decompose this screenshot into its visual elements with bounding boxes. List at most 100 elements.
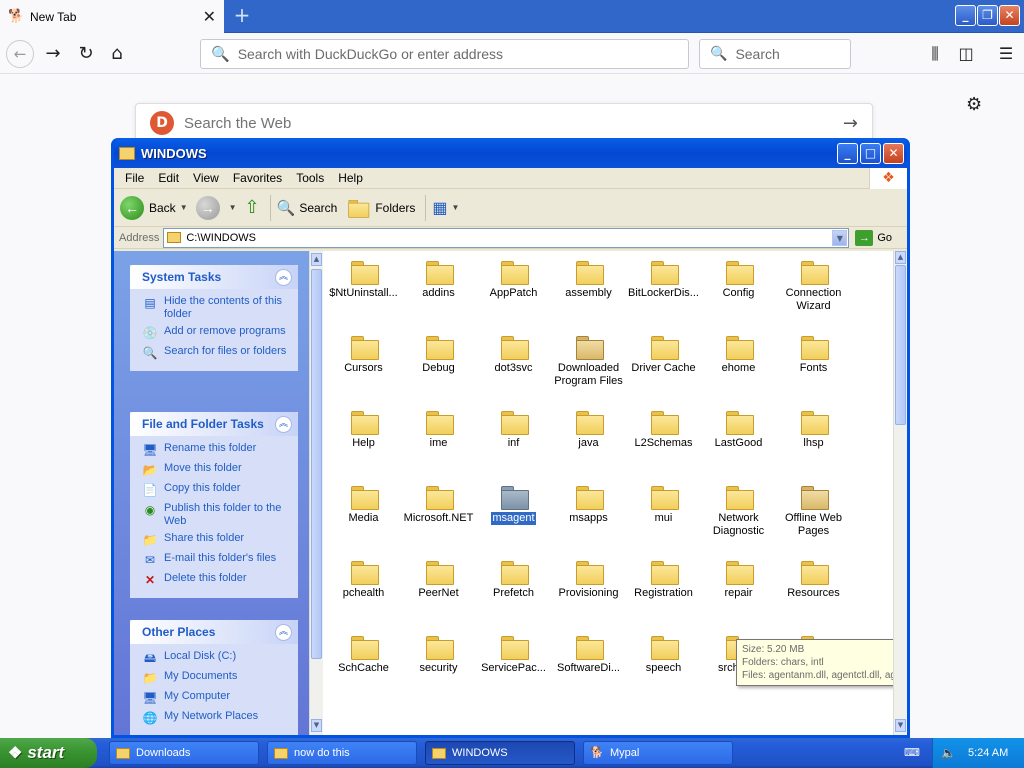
folder-item[interactable]: Config — [701, 257, 776, 332]
folder-item[interactable]: mui — [626, 482, 701, 557]
minimize-button[interactable]: _ — [837, 142, 858, 164]
menu-tools[interactable]: Tools — [289, 171, 331, 185]
clock[interactable]: 5:24 AM — [968, 747, 1008, 759]
folder-item[interactable]: msagent — [476, 482, 551, 557]
folder-item[interactable]: repair — [701, 557, 776, 632]
arrow-right-icon[interactable]: → — [843, 113, 858, 134]
search-bar[interactable]: 🔍 Search — [699, 39, 851, 69]
folder-item[interactable]: Offline Web Pages — [776, 482, 851, 557]
search-button[interactable]: 🔍 Search — [277, 199, 338, 217]
folder-item[interactable]: SchCache — [326, 632, 401, 707]
taskbar-item-now-do-this[interactable]: now do this — [267, 741, 417, 765]
folder-item[interactable]: BitLockerDis... — [626, 257, 701, 332]
scroll-down-icon[interactable]: ▼ — [311, 719, 322, 732]
task-rename[interactable]: 🖥 Rename this folder — [142, 442, 288, 458]
sidebar-icon[interactable]: ◫ — [952, 40, 980, 68]
taskbar-item-mypal[interactable]: 🐕 Mypal — [583, 741, 733, 765]
task-move[interactable]: 📂 Move this folder — [142, 462, 288, 478]
panel-header[interactable]: Other Places ︽ — [130, 620, 298, 644]
folder-item[interactable]: ehome — [701, 332, 776, 407]
folder-item[interactable]: inf — [476, 407, 551, 482]
forward-icon[interactable]: → — [39, 40, 67, 68]
explorer-titlebar[interactable]: WINDOWS _ □ ✕ — [114, 138, 907, 168]
folder-item[interactable]: Downloaded Program Files — [551, 332, 626, 407]
folder-item[interactable]: Network Diagnostic — [701, 482, 776, 557]
folder-item[interactable]: speech — [626, 632, 701, 707]
collapse-icon[interactable]: ︽ — [275, 268, 292, 286]
chevron-down-icon[interactable]: ▼ — [229, 203, 237, 212]
folder-item[interactable]: dot3svc — [476, 332, 551, 407]
tab-new-tab[interactable]: 🐕 New Tab ✕ — [0, 0, 224, 33]
menu-view[interactable]: View — [186, 171, 226, 185]
folder-item[interactable]: lhsp — [776, 407, 851, 482]
speaker-icon[interactable]: 🔈 — [941, 746, 956, 760]
task-email[interactable]: ✉ E-mail this folder's files — [142, 552, 288, 568]
restore-button[interactable]: ❐ — [977, 5, 998, 26]
back-button[interactable]: ← Back ▼ — [120, 195, 188, 220]
go-button[interactable]: → Go — [855, 229, 892, 246]
address-field[interactable]: C:\WINDOWS ▼ — [163, 227, 850, 248]
panel-header[interactable]: System Tasks ︽ — [130, 265, 298, 289]
scroll-thumb[interactable] — [311, 269, 322, 659]
panel-header[interactable]: File and Folder Tasks ︽ — [130, 412, 298, 436]
keyboard-icon[interactable]: ⌨ — [904, 746, 920, 760]
chevron-down-icon[interactable]: ▼ — [832, 229, 848, 246]
reload-icon[interactable]: ↻ — [72, 40, 100, 68]
folder-item[interactable]: SoftwareDi... — [551, 632, 626, 707]
folder-item[interactable]: PeerNet — [401, 557, 476, 632]
url-bar[interactable]: 🔍 Search with DuckDuckGo or enter addres… — [200, 39, 689, 69]
web-search-box[interactable]: D Search the Web → — [135, 103, 873, 143]
folder-item[interactable]: Cursors — [326, 332, 401, 407]
back-icon[interactable]: ← — [6, 40, 34, 68]
minimize-button[interactable]: _ — [955, 5, 976, 26]
folder-item[interactable]: Provisioning — [551, 557, 626, 632]
task-share[interactable]: 📁 Share this folder — [142, 532, 288, 548]
menu-favorites[interactable]: Favorites — [226, 171, 289, 185]
new-tab-button[interactable]: + — [230, 4, 254, 28]
menu-help[interactable]: Help — [331, 171, 370, 185]
menu-file[interactable]: File — [118, 171, 151, 185]
folder-item[interactable]: Resources — [776, 557, 851, 632]
views-button[interactable]: ▦ ▼ — [432, 198, 459, 218]
folder-item[interactable]: Help — [326, 407, 401, 482]
place-network[interactable]: 🌐 My Network Places — [142, 710, 288, 726]
close-button[interactable]: ✕ — [883, 142, 904, 164]
folder-item[interactable]: security — [401, 632, 476, 707]
menu-icon[interactable]: ☰ — [992, 40, 1020, 68]
maximize-button[interactable]: □ — [860, 142, 881, 164]
task-search-files[interactable]: 🔍 Search for files or folders — [142, 345, 288, 361]
task-copy[interactable]: 📄 Copy this folder — [142, 482, 288, 498]
file-list-scrollbar[interactable]: ▲ ▼ — [893, 251, 907, 735]
folder-item[interactable]: LastGood — [701, 407, 776, 482]
scroll-up-icon[interactable]: ▲ — [311, 253, 322, 266]
folder-item[interactable]: $NtUninstall... — [326, 257, 401, 332]
collapse-icon[interactable]: ︽ — [275, 415, 292, 433]
taskbar-item-windows[interactable]: WINDOWS — [425, 741, 575, 765]
scroll-down-icon[interactable]: ▼ — [895, 719, 906, 732]
task-delete[interactable]: ✕ Delete this folder — [142, 572, 288, 588]
folder-item[interactable]: ime — [401, 407, 476, 482]
folder-item[interactable]: java — [551, 407, 626, 482]
taskbar-item-downloads[interactable]: Downloads — [109, 741, 259, 765]
folder-item[interactable]: msapps — [551, 482, 626, 557]
start-button[interactable]: ❖ start — [0, 738, 97, 768]
task-pane-scrollbar[interactable]: ▲ ▼ — [309, 251, 323, 735]
folder-item[interactable]: ServicePac... — [476, 632, 551, 707]
folder-item[interactable]: Registration — [626, 557, 701, 632]
folder-item[interactable]: pchealth — [326, 557, 401, 632]
folder-item[interactable]: Prefetch — [476, 557, 551, 632]
place-my-documents[interactable]: 📁 My Documents — [142, 670, 288, 686]
place-local-disk[interactable]: 🖴 Local Disk (C:) — [142, 650, 288, 666]
scroll-up-icon[interactable]: ▲ — [895, 251, 906, 264]
collapse-icon[interactable]: ︽ — [275, 623, 292, 641]
folders-button[interactable]: Folders — [345, 197, 415, 219]
folder-item[interactable]: Microsoft.NET — [401, 482, 476, 557]
folder-item[interactable]: Media — [326, 482, 401, 557]
folder-item[interactable]: AppPatch — [476, 257, 551, 332]
folder-item[interactable]: L2Schemas — [626, 407, 701, 482]
task-hide-contents[interactable]: ▤ Hide the contents of this folder — [142, 295, 288, 321]
folder-item[interactable]: assembly — [551, 257, 626, 332]
folder-item[interactable]: Connection Wizard — [776, 257, 851, 332]
close-window-button[interactable]: ✕ — [999, 5, 1020, 26]
scroll-thumb[interactable] — [895, 265, 906, 425]
